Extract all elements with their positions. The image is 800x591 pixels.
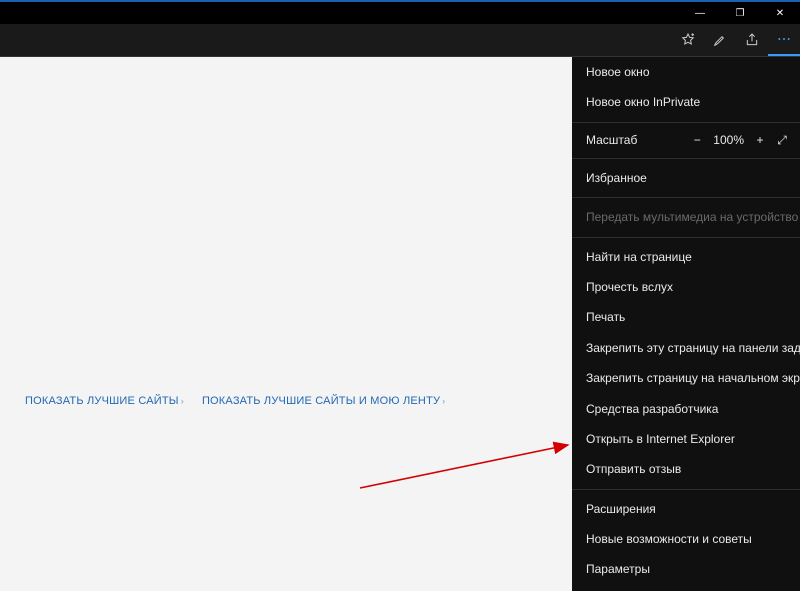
fullscreen-button[interactable]: ⤢	[776, 133, 788, 148]
zoom-in-button[interactable]: +	[754, 133, 766, 147]
pen-icon[interactable]	[704, 24, 736, 56]
menu-open-ie[interactable]: Открыть в Internet Explorer	[572, 424, 800, 454]
new-tab-links: ПОКАЗАТЬ ЛУЧШИЕ САЙТЫ › ПОКАЗАТЬ ЛУЧШИЕ …	[25, 395, 445, 407]
zoom-value: 100%	[713, 133, 744, 147]
show-top-sites-and-feed-link[interactable]: ПОКАЗАТЬ ЛУЧШИЕ САЙТЫ И МОЮ ЛЕНТУ ›	[202, 395, 445, 407]
favorites-star-icon[interactable]	[672, 24, 704, 56]
menu-dev-tools[interactable]: Средства разработчика	[572, 394, 800, 424]
menu-read-aloud[interactable]: Прочесть вслух	[572, 272, 800, 302]
chevron-right-icon: ›	[181, 396, 184, 406]
browser-toolbar	[0, 24, 800, 57]
minimize-button[interactable]: —	[680, 2, 720, 24]
menu-send-feedback[interactable]: Отправить отзыв	[572, 454, 800, 484]
menu-separator	[572, 197, 800, 198]
more-icon[interactable]	[768, 24, 800, 56]
menu-new-window[interactable]: Новое окно	[572, 57, 800, 87]
menu-zoom: Масштаб − 100% + ⤢	[572, 127, 800, 154]
settings-menu: Новое окно Новое окно InPrivate Масштаб …	[572, 57, 800, 591]
close-button[interactable]: ✕	[760, 2, 800, 24]
maximize-button[interactable]: ❐	[720, 2, 760, 24]
menu-extensions[interactable]: Расширения	[572, 494, 800, 524]
menu-cast-media: Передать мультимедиа на устройство	[572, 202, 800, 232]
menu-settings[interactable]: Параметры	[572, 554, 800, 584]
menu-separator	[572, 122, 800, 123]
menu-find-on-page[interactable]: Найти на странице	[572, 242, 800, 272]
menu-pin-start[interactable]: Закрепить страницу на начальном экране	[572, 363, 800, 393]
menu-pin-taskbar[interactable]: Закрепить эту страницу на панели задач	[572, 333, 800, 363]
link-label: ПОКАЗАТЬ ЛУЧШИЕ САЙТЫ	[25, 395, 179, 407]
menu-separator	[572, 489, 800, 490]
menu-new-inprivate[interactable]: Новое окно InPrivate	[572, 87, 800, 117]
link-label: ПОКАЗАТЬ ЛУЧШИЕ САЙТЫ И МОЮ ЛЕНТУ	[202, 395, 440, 407]
menu-whats-new[interactable]: Новые возможности и советы	[572, 524, 800, 554]
chevron-right-icon: ›	[442, 396, 445, 406]
zoom-label: Масштаб	[586, 133, 681, 147]
menu-favorites[interactable]: Избранное	[572, 163, 800, 193]
menu-print[interactable]: Печать	[572, 302, 800, 332]
window-titlebar: — ❐ ✕	[0, 0, 800, 24]
share-icon[interactable]	[736, 24, 768, 56]
menu-separator	[572, 237, 800, 238]
menu-separator	[572, 158, 800, 159]
zoom-out-button[interactable]: −	[691, 133, 703, 147]
show-top-sites-link[interactable]: ПОКАЗАТЬ ЛУЧШИЕ САЙТЫ ›	[25, 395, 184, 407]
